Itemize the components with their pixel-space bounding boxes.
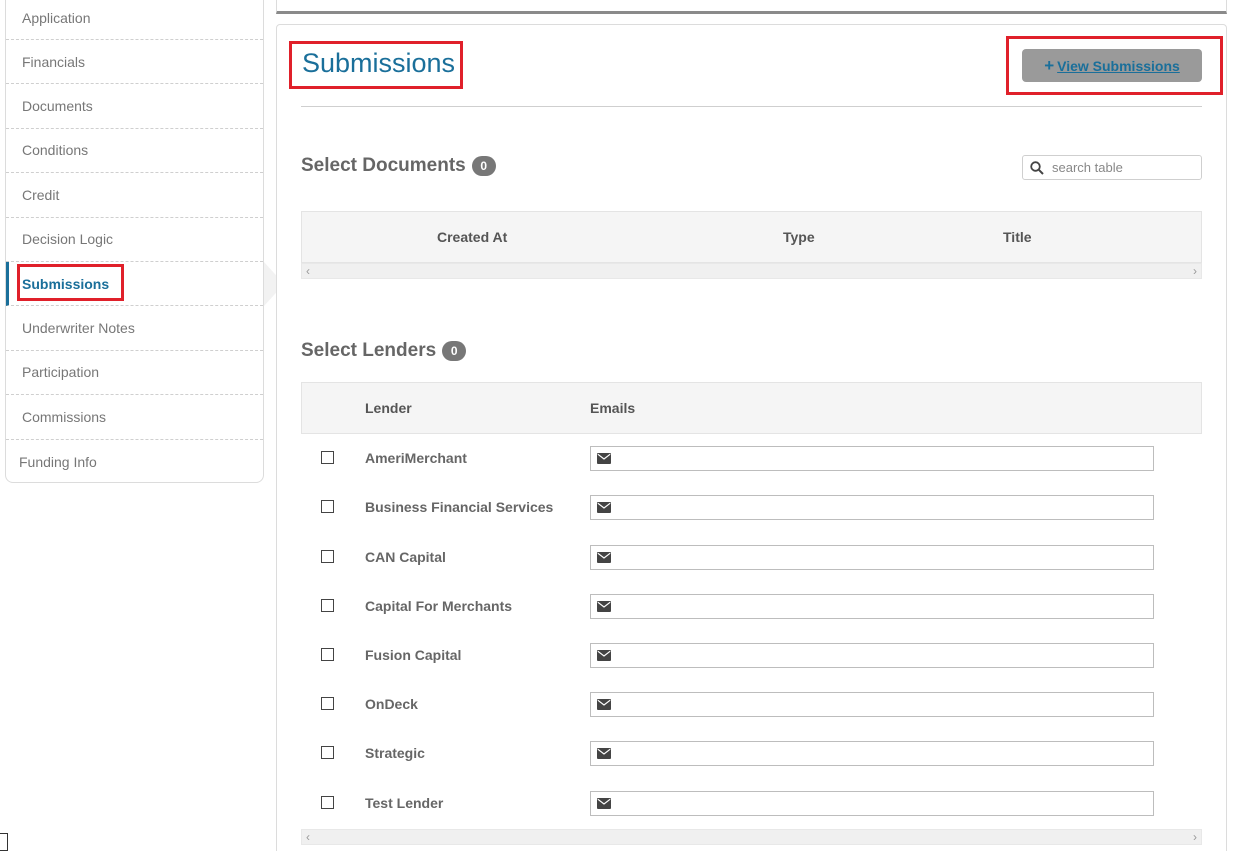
lenders-section-title: Select Lenders 0	[301, 340, 467, 362]
lender-checkbox[interactable]	[321, 599, 334, 612]
sidebar-item-documents[interactable]: Documents	[6, 84, 263, 129]
column-header-title[interactable]: Title	[1003, 229, 1032, 245]
sidebar-item-label: Application	[22, 9, 91, 26]
sidebar-item-label: Commissions	[22, 408, 107, 425]
table-row: Fusion Capital	[301, 633, 1202, 682]
search-icon	[1030, 160, 1044, 175]
documents-section-title: Select Documents 0	[301, 155, 496, 177]
documents-count-badge: 0	[471, 156, 496, 176]
lender-checkbox[interactable]	[321, 451, 334, 464]
lender-email-field[interactable]	[590, 446, 1154, 471]
sidebar-item-label: Funding Info	[19, 453, 97, 470]
lender-email-field[interactable]	[590, 643, 1154, 668]
sidebar-item-label: Conditions	[22, 142, 89, 159]
lenders-count-badge: 0	[442, 341, 467, 361]
lender-name: CAN Capital	[365, 549, 446, 565]
lender-email-field[interactable]	[590, 692, 1154, 717]
sidebar-item-label: Underwriter Notes	[22, 320, 135, 337]
column-header-created-at[interactable]: Created At	[437, 229, 507, 245]
envelope-icon	[597, 502, 611, 513]
sidebar-item-underwriter-notes[interactable]: Underwriter Notes	[6, 306, 263, 351]
lender-name: Fusion Capital	[365, 647, 462, 663]
envelope-icon	[597, 748, 611, 759]
table-row: AmeriMerchant	[301, 436, 1202, 485]
lender-name: OnDeck	[365, 696, 418, 712]
divider	[301, 106, 1202, 107]
lender-email-field[interactable]	[590, 791, 1154, 816]
page-title: Submissions	[302, 48, 456, 78]
lender-checkbox[interactable]	[321, 550, 334, 563]
lender-name: AmeriMerchant	[365, 450, 467, 466]
sidebar-item-financials[interactable]: Financials	[6, 40, 263, 85]
lender-checkbox[interactable]	[321, 648, 334, 661]
lender-name: Capital For Merchants	[365, 598, 513, 614]
table-row: Strategic	[301, 731, 1202, 780]
scroll-left-icon[interactable]: ‹	[306, 830, 310, 844]
sidebar-item-label: Financials	[22, 53, 86, 70]
lender-checkbox[interactable]	[321, 500, 334, 513]
envelope-icon	[597, 453, 611, 464]
sidebar-item-label: Decision Logic	[22, 231, 114, 248]
lender-checkbox[interactable]	[321, 746, 334, 759]
sidebar-item-decision-logic[interactable]: Decision Logic	[6, 218, 263, 262]
table-row: OnDeck	[301, 682, 1202, 731]
sidebar-item-participation[interactable]: Participation	[6, 351, 263, 396]
envelope-icon	[597, 601, 611, 612]
lenders-horizontal-scrollbar[interactable]: ‹ ›	[301, 829, 1202, 845]
lender-name: Strategic	[365, 745, 425, 761]
documents-table-header: Created At Type Title	[301, 211, 1202, 263]
column-header-emails[interactable]: Emails	[590, 400, 635, 416]
sidebar-item-label: Credit	[22, 186, 60, 203]
documents-horizontal-scrollbar[interactable]: ‹ ›	[301, 263, 1202, 279]
lender-email-field[interactable]	[590, 741, 1154, 766]
sidebar-item-credit[interactable]: Credit	[6, 173, 263, 218]
lenders-table-header: Lender Emails	[301, 382, 1202, 434]
sidebar-item-application[interactable]: Application	[6, 0, 263, 40]
column-header-type[interactable]: Type	[783, 229, 815, 245]
lenders-title: Select Lenders	[301, 340, 437, 361]
scroll-right-icon[interactable]: ›	[1193, 830, 1197, 844]
lender-email-field[interactable]	[590, 495, 1154, 520]
sidebar-item-submissions[interactable]: Submissions	[6, 261, 263, 307]
view-submissions-label: View Submissions	[1057, 57, 1180, 74]
top-panel-edge	[276, 0, 1227, 14]
search-box	[1022, 155, 1202, 180]
sidebar-item-commissions[interactable]: Commissions	[6, 395, 263, 440]
sidebar-item-label: Participation	[22, 364, 100, 381]
lender-checkbox[interactable]	[321, 697, 334, 710]
table-row: CAN Capital	[301, 535, 1202, 584]
lender-checkbox[interactable]	[321, 796, 334, 809]
table-row: Test Lender	[301, 781, 1202, 830]
envelope-icon	[597, 650, 611, 661]
sidebar-item-label: Documents	[22, 98, 93, 115]
window-corner-edge	[0, 833, 8, 851]
column-header-lender[interactable]: Lender	[365, 400, 412, 416]
envelope-icon	[597, 798, 611, 809]
lender-email-field[interactable]	[590, 545, 1154, 570]
highlight-box	[17, 263, 124, 301]
sidebar-nav: Application Financials Documents Conditi…	[5, 0, 264, 483]
lender-email-field[interactable]	[590, 594, 1154, 619]
documents-title: Select Documents	[301, 155, 466, 176]
view-submissions-button[interactable]: + View Submissions	[1022, 49, 1202, 82]
scroll-right-icon[interactable]: ›	[1193, 264, 1197, 278]
search-input[interactable]	[1052, 160, 1192, 175]
table-row: Business Financial Services	[301, 485, 1202, 534]
plus-icon: +	[1044, 56, 1055, 75]
sidebar-item-funding-info[interactable]: Funding Info	[6, 440, 263, 484]
lender-name: Business Financial Services	[365, 499, 554, 515]
scroll-left-icon[interactable]: ‹	[306, 264, 310, 278]
lender-name: Test Lender	[365, 795, 444, 811]
envelope-icon	[597, 552, 611, 563]
envelope-icon	[597, 699, 611, 710]
table-row: Capital For Merchants	[301, 584, 1202, 633]
sidebar-item-conditions[interactable]: Conditions	[6, 129, 263, 174]
